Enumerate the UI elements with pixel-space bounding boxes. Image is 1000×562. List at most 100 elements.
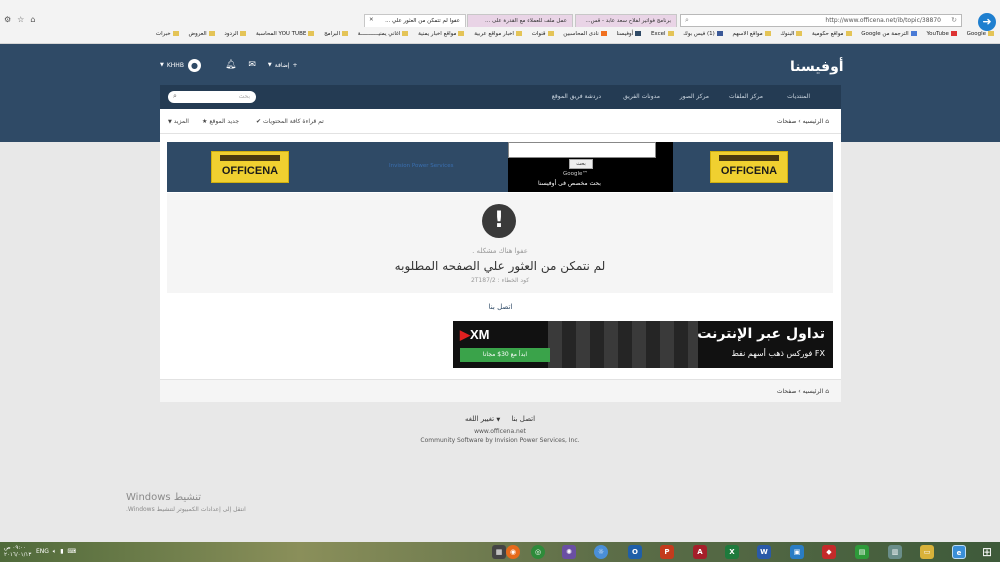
search-icon[interactable]: ⌕ [173,92,177,101]
google-search-input[interactable] [508,142,656,158]
browser-tab-active[interactable]: ✕ عفوا لم تتمكن من العثور علي ... [364,14,466,27]
favorite-item[interactable]: العروض [188,31,215,37]
breadcrumb-current[interactable]: صفحات [777,118,796,125]
windows-activation-title: Windows تنشيط [126,492,202,503]
xm-headline: تداول عبر الإنترنت [697,326,825,342]
user-menu[interactable]: ▼ KHHB ● [160,58,207,72]
outlook-icon[interactable]: O [628,545,642,559]
firefox-icon[interactable]: ◉ [506,545,520,559]
search-icon[interactable]: ⌕ [685,16,689,25]
officena-logo[interactable]: OFFICENA [710,151,788,183]
ips-text: Invision Power Services [389,163,454,169]
chevron-down-icon: ▼ [168,119,172,125]
file-explorer-icon[interactable]: ▭ [920,545,934,559]
add-button[interactable]: ▼ إضافة + [268,62,298,69]
favorite-item[interactable]: نادى المحاسبين [563,31,607,37]
browser-toolbar-icons[interactable]: ⚙☆⌂ [4,15,41,24]
address-bar[interactable]: ⌕ http://www.officena.net/ib/topic/38870… [680,14,962,27]
access-icon[interactable]: A [693,545,707,559]
favorite-item[interactable]: خبرات [156,31,179,37]
more-menu[interactable]: ▼ المزيد [168,118,189,125]
favorite-item[interactable]: الردود [224,31,247,37]
google-search-button[interactable]: بحث [569,159,593,169]
language-select[interactable]: ▼ تغيير اللغه [465,415,500,423]
sub-nav: ⌂ الرئيسيه › صفحات ✔ تم قراءة كافة المحت… [160,109,841,134]
settings-app-icon[interactable]: ✺ [562,545,576,559]
chrome-icon[interactable]: ◎ [531,545,545,559]
network-icon[interactable]: ▮ [60,548,63,555]
favorite-item[interactable]: YOU TUBE المحاسبة [256,31,315,37]
favorite-item[interactable]: مواقع حكومية [812,31,852,37]
xm-cta-button[interactable]: ابدأ مع 30$ مجانا [460,348,550,362]
error-message: لم نتمكن من العثور علي الصفحه المطلوبه [394,259,606,273]
breadcrumb-home[interactable]: الرئيسيه [803,388,824,395]
xm-advert[interactable]: ▶XM ابدأ مع 30$ مجانا تداول عبر الإنترنت… [453,321,833,368]
footer-contact-link[interactable]: اتصل بنا [511,415,535,423]
bottom-breadcrumb-bar: ⌂ الرئيسيه › صفحات [160,379,841,402]
main-panel: ⌂ الرئيسيه › صفحات ✔ تم قراءة كافة المحت… [160,109,841,402]
bell-icon[interactable]: 🔔︎ [225,60,236,70]
excel-icon[interactable]: X [725,545,739,559]
taskbar: ٠٩:٠٠ ص ٢٠١٦/٠١/١٣ ENG 🔈︎ ▮ ⌨ ▦ ◉ ◎ ✺ ☼ … [0,542,1000,562]
home-icon: ⌂ [825,118,829,125]
footer-links: اتصل بنا ▼ تغيير اللغه [0,415,1000,423]
browser-tab[interactable]: عمل ملف للعملاء مع القدرة على ... [467,14,573,27]
nav-item-forums[interactable]: المنتديات [787,93,810,100]
taskbar-app-icon[interactable]: ▥ [888,545,902,559]
taskbar-app-icon[interactable]: ◆ [822,545,836,559]
favorite-item[interactable]: قنوات [532,31,554,37]
nav-item-images[interactable]: مركز الصور [680,93,709,100]
plus-icon: + [292,61,298,69]
favorite-item[interactable]: مواقع اخبار يمنية [418,31,465,37]
breadcrumb: ⌂ الرئيسيه › صفحات [776,118,829,125]
clock[interactable]: ٠٩:٠٠ ص ٢٠١٦/٠١/١٣ [4,545,31,559]
nav-item-files[interactable]: مركز الملفات [729,93,763,100]
forward-arrow-icon[interactable]: ➜ [978,13,996,31]
weather-icon[interactable]: ☼ [594,545,608,559]
favorite-item[interactable]: البرامج [324,31,349,37]
favorite-item[interactable]: Google [967,31,994,37]
word-icon[interactable]: W [757,545,771,559]
favorite-item[interactable]: YouTube [926,31,957,37]
favorite-item[interactable]: Excel [651,31,674,37]
contact-link[interactable]: اتصل بنا [160,303,841,311]
favorite-item[interactable]: مواقع الاسهم [733,31,771,37]
envelope-icon[interactable]: ✉ [248,60,256,70]
new-content-link[interactable]: ★ جديد الموقع [202,118,239,125]
mark-read-link[interactable]: ✔ تم قراءة كافة المحتويات [256,118,324,125]
volume-icon[interactable]: 🔈︎ [53,548,57,555]
store-icon[interactable]: ▤ [855,545,869,559]
breadcrumb: ⌂ الرئيسيه › صفحات [776,388,829,395]
google-label: Google™ [563,171,588,177]
officena-logo[interactable]: OFFICENA [211,151,289,183]
refresh-icon[interactable]: ↻ [951,16,957,24]
windows-start-icon[interactable]: ⊞ [982,545,992,559]
site-logo[interactable]: أوفيسنا [790,59,844,75]
favorite-item[interactable]: البنوك [780,31,803,37]
browser-tab[interactable]: برنامج فواتير لفلاح سعد عابد - قس... [575,14,677,27]
favorite-item[interactable]: اخبار مواقع عربية [474,31,522,37]
footer-powered[interactable]: Community Software by Invision Power Ser… [0,437,1000,444]
favorite-item[interactable]: أوفيسنا [616,31,642,37]
keyboard-icon[interactable]: ⌨ [67,548,76,555]
search-input[interactable]: ⌕ بحث [168,91,256,103]
powerpoint-icon[interactable]: P [660,545,674,559]
exclamation-icon: ! [482,204,516,238]
nav-item-chat[interactable]: دردشة فريق الموقع [552,93,601,100]
chevron-down-icon: ▼ [496,417,501,423]
breadcrumb-current[interactable]: صفحات [777,388,796,395]
taskbar-app-icon[interactable]: ▦ [492,545,506,559]
avatar: ● [187,58,201,72]
nav-item-blogs[interactable]: مدونات الفريق [623,93,660,100]
tray-language[interactable]: ENG 🔈︎ ▮ ⌨ [36,548,76,556]
chevron-down-icon: ▼ [160,62,164,68]
breadcrumb-home[interactable]: الرئيسيه [803,118,824,125]
main-nav: المنتديات مركز الملفات مركز الصور مدونات… [160,85,841,109]
favorite-item[interactable]: (1) فيس بوك [683,31,723,37]
internet-explorer-icon[interactable]: e [952,545,966,559]
taskbar-app-icon[interactable]: ▣ [790,545,804,559]
favorite-item[interactable]: اغاني يمنيـــــــــــة [358,31,409,37]
close-tab-icon[interactable]: ✕ [369,17,374,23]
favorite-item[interactable]: الترجمة من Google [861,31,917,37]
google-search-box: بحث Google™ بحث مخصص فى أوفيسنا [508,142,673,192]
